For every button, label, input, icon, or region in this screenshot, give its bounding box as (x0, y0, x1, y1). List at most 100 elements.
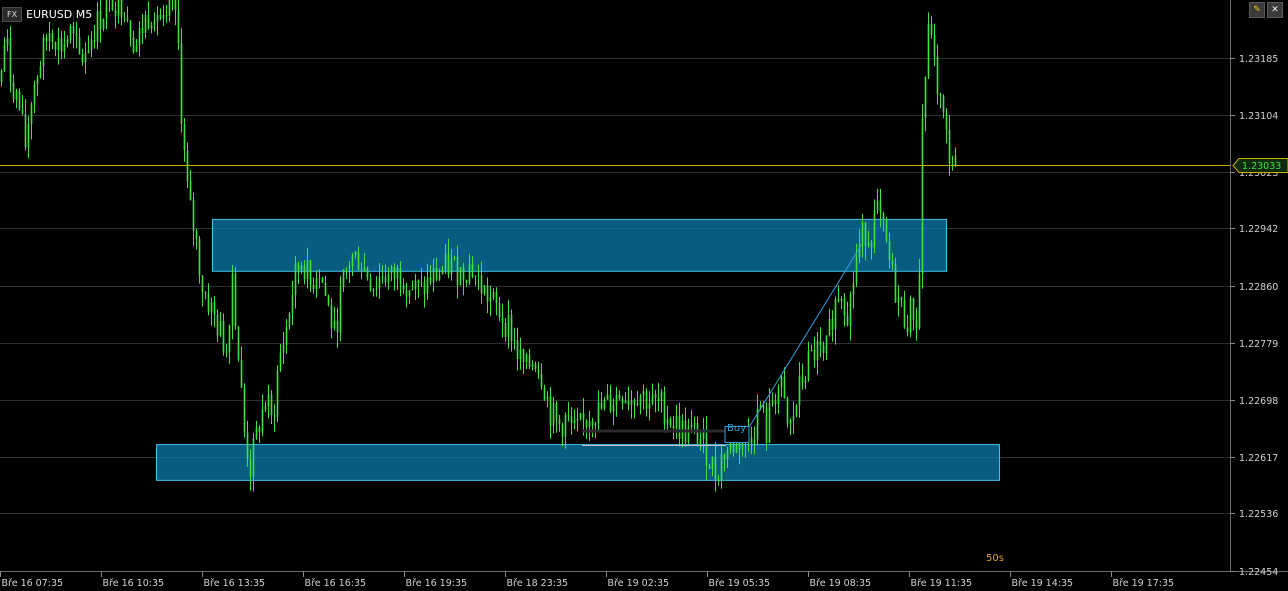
candle-body (102, 18, 105, 29)
candle (543, 384, 546, 402)
candle-body (6, 38, 9, 46)
candle (36, 75, 39, 97)
candle (372, 288, 375, 297)
candle-body (297, 262, 300, 271)
candle-body (66, 39, 69, 44)
candle-body (666, 419, 669, 424)
candle-body (633, 400, 636, 404)
candle (168, 0, 171, 23)
candle-body (246, 432, 249, 460)
candle-body (339, 287, 342, 333)
candle-body (90, 40, 93, 51)
candle (270, 390, 273, 425)
candle (516, 327, 519, 371)
candle (798, 362, 801, 418)
candle-body (276, 370, 279, 417)
candle-body (495, 291, 498, 303)
candle-body (777, 387, 780, 405)
candle-body (891, 260, 894, 265)
candle (465, 279, 468, 287)
close-icon[interactable]: ✕ (1267, 2, 1283, 18)
candle (939, 92, 942, 109)
candle-body (18, 91, 21, 111)
candle (606, 384, 609, 400)
candle-body (933, 34, 936, 57)
pencil-icon[interactable]: ✎ (1249, 2, 1265, 18)
candle-body (168, 0, 171, 16)
candle (327, 294, 330, 307)
candle (48, 21, 51, 52)
candle (231, 264, 234, 340)
candle-body (219, 320, 222, 336)
candle-body (525, 354, 528, 362)
candle-body (510, 314, 513, 341)
zone-rectangle[interactable] (212, 218, 947, 272)
candle (417, 279, 420, 299)
candle (120, 0, 123, 26)
y-tick-label: 1.22617 (1239, 453, 1278, 464)
candle (153, 12, 156, 32)
candle-body (447, 253, 450, 275)
candle (948, 114, 951, 176)
candle-body (207, 293, 210, 312)
candle-body (486, 285, 489, 302)
candle (519, 337, 522, 370)
candle-body (843, 298, 846, 316)
order-line-bg (582, 429, 726, 433)
overlays[interactable] (0, 165, 1230, 446)
candle-body (555, 403, 558, 419)
candle (852, 272, 855, 309)
candle (534, 361, 537, 372)
candle-body (864, 222, 867, 246)
candle-body (870, 242, 873, 248)
candle-body (867, 242, 870, 246)
candle (27, 115, 30, 158)
x-tick-label: Bře 16 07:35 (2, 578, 64, 589)
candle (651, 383, 654, 406)
candle (648, 391, 651, 421)
candle (102, 18, 105, 32)
candle-body (210, 302, 213, 312)
candle-body (405, 289, 408, 297)
y-tick-label: 1.23104 (1239, 111, 1278, 122)
candle (552, 397, 555, 434)
candle-body (768, 403, 771, 443)
candle-body (36, 77, 39, 85)
candle (843, 293, 846, 327)
candle-body (795, 405, 798, 417)
candle (576, 407, 579, 432)
candle-body (429, 277, 432, 283)
candle-body (300, 265, 303, 271)
price-chart[interactable]: 1.231851.231041.230231.229421.228601.227… (0, 0, 1288, 591)
candle-body (879, 200, 882, 214)
candle (30, 101, 33, 140)
zone-rectangle[interactable] (156, 444, 1000, 481)
candle-body (630, 400, 633, 406)
candle (411, 280, 414, 291)
candle (9, 26, 12, 93)
trend-line[interactable] (740, 243, 863, 441)
fx-badge: FX (2, 7, 23, 22)
candle-body (636, 403, 639, 406)
candle-body (243, 387, 246, 433)
candle-body (369, 278, 372, 291)
candle-body (708, 465, 711, 469)
candle (903, 290, 906, 329)
candle-body (261, 409, 264, 432)
candle (228, 324, 231, 364)
candle (351, 252, 354, 277)
candle-body (192, 199, 195, 232)
candle (849, 291, 852, 341)
candle (579, 412, 582, 421)
chart-window[interactable]: 1.23185 1.23104 1.23023 1.22942 1.22860 1.227… (0, 0, 1288, 591)
candle-body (807, 351, 810, 380)
candle-body (72, 25, 75, 34)
candle-body (585, 420, 588, 427)
candle (600, 392, 603, 411)
candle (786, 396, 789, 428)
candle (15, 88, 18, 109)
candle (177, 0, 180, 51)
candle (324, 275, 327, 297)
candle (174, 0, 177, 26)
buy-order-label[interactable]: Buy (727, 423, 746, 435)
